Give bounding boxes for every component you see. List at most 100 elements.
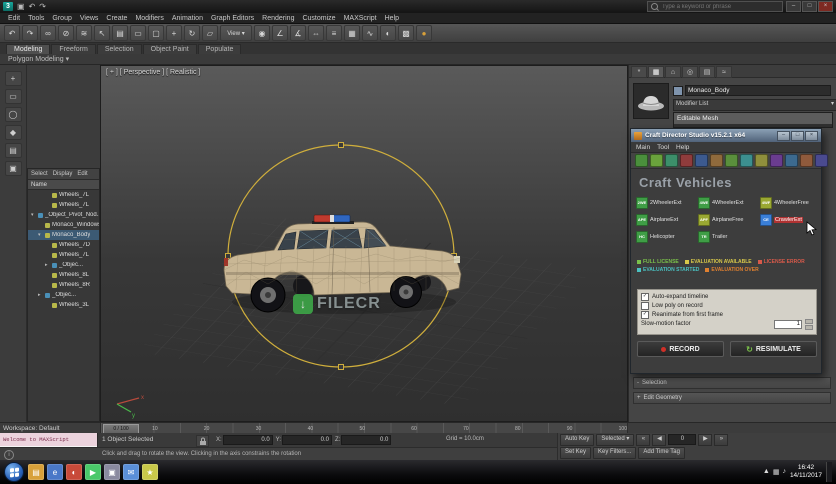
start-button[interactable] [4,462,24,482]
redo-icon[interactable]: ↷ [38,1,47,12]
current-frame-input[interactable]: 0 [668,434,697,445]
checkbox[interactable] [641,301,649,310]
star-icon[interactable]: ★ [142,464,158,480]
perspective-viewport[interactable]: x y [ + ] [ Perspective ] [ Realistic ] … [100,65,628,422]
menu-item[interactable]: MAXScript [344,15,377,22]
menu-item[interactable]: Create [106,15,127,22]
tree-item[interactable]: ▾ _Object_Pivot_Nod... [28,210,99,220]
craft-tool-icon[interactable] [710,154,723,167]
tree-item[interactable]: Wheels_7D [28,240,99,250]
window-control-button[interactable]: □ [802,1,817,12]
layer-manager-icon[interactable]: ▦ [344,25,360,41]
select-object-icon[interactable]: ↖ [94,25,110,41]
viewport-label[interactable]: [ + ] [ Perspective ] [ Realistic ] [106,69,200,76]
auto-key-button[interactable]: Auto Key [560,433,595,446]
tree-item[interactable]: ▸ _Objec... [28,260,99,270]
vehicle-item[interactable]: APF AirplaneFree [697,212,757,227]
craft-titlebar[interactable]: Craft Director Studio v15.2.1 x64 – □ × [631,129,821,142]
tree-item[interactable]: Wheels_3L [28,300,99,310]
ribbon-tab[interactable]: Object Paint [142,44,197,54]
menu-item[interactable]: Tools [28,15,44,22]
explorer-menu-item[interactable]: Display [53,171,73,177]
craft-tool-icon[interactable] [800,154,813,167]
craft-tool-icon[interactable] [815,154,828,167]
tree-item[interactable]: Wheels_7L [28,200,99,210]
modifier-list-dropdown[interactable]: Modifier List ▾ [673,99,836,111]
show-hidden-icons[interactable]: ▲ [763,468,770,476]
list-icon[interactable]: ▤ [4,143,22,158]
mail-icon[interactable]: ✉ [123,464,139,480]
slow-motion-input[interactable]: 1 [774,319,802,329]
rollout-header[interactable]: - Selection [633,377,831,389]
browser-icon[interactable]: e [47,464,63,480]
select-and-move-icon[interactable]: + [166,25,182,41]
select-and-scale-icon[interactable]: ▱ [202,25,218,41]
motion-tab-icon[interactable]: ◎ [682,66,698,78]
craft-tool-icon[interactable] [770,154,783,167]
vehicle-item[interactable]: APE AirplaneExt [635,212,695,227]
craft-tool-icon[interactable] [695,154,708,167]
render-production-icon[interactable]: ● [416,25,432,41]
resimulate-button[interactable]: ↻ RESIMULATE [730,341,817,357]
select-by-name-icon[interactable]: ▤ [112,25,128,41]
save-icon[interactable]: ▣ [16,1,26,12]
selection-lock-toggle[interactable] [196,435,209,447]
go-to-end-button[interactable]: » [714,433,729,446]
undo-icon[interactable]: ↶ [4,25,20,41]
menu-item[interactable]: Views [80,15,99,22]
listener-macro-line[interactable]: Welcome to MAXScript [0,433,97,446]
craft-tool-icon[interactable] [665,154,678,167]
tree-item[interactable]: ▸ _Objec... [28,290,99,300]
vehicle-item[interactable]: 4WE 4WheelerExt [697,195,757,210]
expand-arrow-icon[interactable]: ▾ [31,212,36,218]
menu-item[interactable]: Edit [8,15,20,22]
craft-tool-icon[interactable] [785,154,798,167]
craft-window-button[interactable]: – [777,130,790,141]
menu-item[interactable]: Rendering [262,15,294,22]
display-tab-icon[interactable]: ▤ [699,66,715,78]
menu-item[interactable]: Modifiers [135,15,163,22]
coordinate-input[interactable]: 0.0 [222,435,273,445]
app-icon[interactable]: ▣ [104,464,120,480]
coordinate-input[interactable]: 0.0 [282,435,333,445]
craft-window-button[interactable]: × [805,130,818,141]
grid-icon[interactable]: ▣ [4,161,22,176]
menu-item[interactable]: Group [52,15,71,22]
shapes-icon[interactable]: ▭ [4,89,22,104]
window-control-button[interactable]: – [786,1,801,12]
create-geometry-icon[interactable]: + [4,71,22,86]
network-icon[interactable]: ▦ [773,468,780,476]
tree-item[interactable]: Wheels_8L [28,270,99,280]
craft-tool-icon[interactable] [725,154,738,167]
record-button[interactable]: RECORD [637,341,724,357]
unlink-icon[interactable]: ⊘ [58,25,74,41]
object-color-swatch[interactable] [673,85,683,96]
expand-arrow-icon[interactable]: ▾ [38,232,43,238]
explorer-menu-item[interactable]: Select [31,171,48,177]
workspace-selector[interactable]: Workspace: Default [3,425,60,432]
search-input[interactable] [660,2,774,11]
craft-tool-icon[interactable] [680,154,693,167]
ribbon-tab[interactable]: Modeling [6,44,51,54]
player-icon[interactable]: ▶ [85,464,101,480]
hierarchy-tab-icon[interactable]: ⌂ [665,66,681,78]
craft-menu-item[interactable]: Help [676,144,689,151]
previous-frame-button[interactable]: ◀ [652,433,667,446]
bind-to-space-warp-icon[interactable]: ≋ [76,25,92,41]
menu-item[interactable]: Help [385,15,399,22]
mirror-icon[interactable]: ⇔ [308,25,324,41]
tree-item[interactable]: Wheels_7L [28,250,99,260]
modifier-stack-row[interactable]: Editable Mesh [674,113,832,124]
vehicle-item[interactable]: 2WE 2WheelerExt [635,195,695,210]
checkbox[interactable] [641,292,649,301]
use-pivot-center-icon[interactable]: ◉ [254,25,270,41]
craft-window-button[interactable]: □ [791,130,804,141]
window-crossing-icon[interactable]: ▢ [148,25,164,41]
craft-tool-icon[interactable] [740,154,753,167]
play-button[interactable]: ▶ [698,433,713,446]
render-setup-icon[interactable]: ▩ [398,25,414,41]
craft-menu-item[interactable]: Tool [657,144,669,151]
reference-coordinate-dropdown[interactable]: View ▾ [220,25,252,41]
tree-item[interactable]: ▾ Monaco_Body [28,230,99,240]
spinner-icon[interactable] [805,318,813,330]
